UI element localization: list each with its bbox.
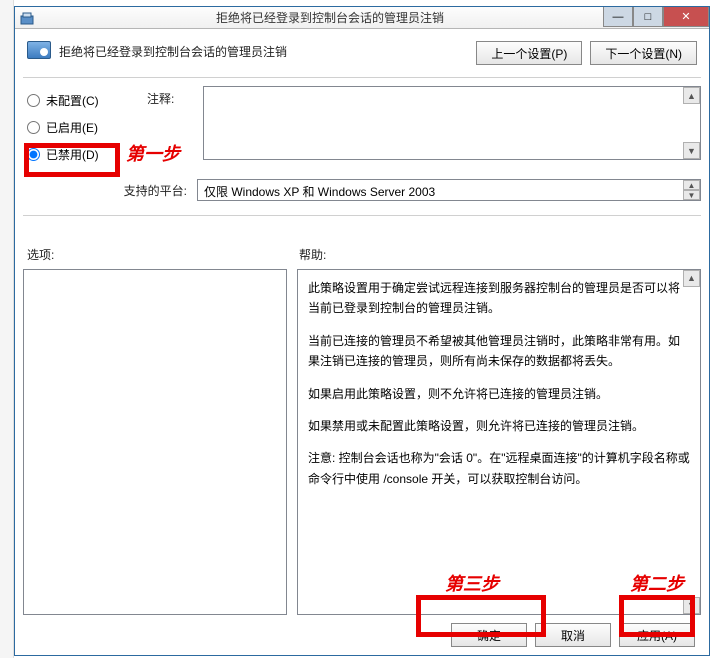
maximize-button[interactable]: □	[633, 7, 663, 27]
dialog-window: 拒绝将已经登录到控制台会话的管理员注销 — □ ✕ 拒绝将已经登录到控制台会话的…	[14, 6, 710, 656]
scroll-down-icon[interactable]: ▼	[683, 190, 700, 200]
platform-box: 仅限 Windows XP 和 Windows Server 2003 ▲ ▼	[197, 179, 701, 201]
radio-enabled-label: 已启用(E)	[46, 119, 98, 136]
note-label: 注释:	[147, 92, 174, 106]
help-label: 帮助:	[299, 248, 326, 262]
help-paragraph: 如果启用此策略设置，则不允许将已连接的管理员注销。	[308, 384, 690, 404]
divider	[23, 215, 701, 216]
platform-value: 仅限 Windows XP 和 Windows Server 2003	[204, 185, 435, 199]
titlebar[interactable]: 拒绝将已经登录到控制台会话的管理员注销 — □ ✕	[15, 7, 709, 29]
nav-buttons: 上一个设置(P) 下一个设置(N)	[476, 41, 697, 65]
minimize-button[interactable]: —	[603, 7, 633, 27]
platform-label: 支持的平台:	[124, 184, 187, 198]
header-row: 拒绝将已经登录到控制台会话的管理员注销 上一个设置(P) 下一个设置(N)	[23, 37, 701, 73]
radio-disabled-input[interactable]	[27, 148, 40, 161]
divider	[23, 77, 701, 78]
policy-title: 拒绝将已经登录到控制台会话的管理员注销	[59, 41, 476, 60]
prev-setting-button[interactable]: 上一个设置(P)	[476, 41, 582, 65]
scroll-up-icon[interactable]: ▲	[683, 270, 700, 287]
note-textarea[interactable]: ▲ ▼	[203, 86, 701, 160]
scroll-down-icon[interactable]: ▼	[683, 597, 700, 614]
scroll-down-icon[interactable]: ▼	[683, 142, 700, 159]
cropped-background	[0, 0, 14, 658]
help-paragraph: 当前已连接的管理员不希望被其他管理员注销时，此策略非常有用。如果注销已连接的管理…	[308, 331, 690, 372]
footer-buttons: 确定 取消 应用(A)	[23, 615, 701, 655]
options-panel	[23, 269, 287, 615]
scroll-up-icon[interactable]: ▲	[683, 87, 700, 104]
platform-row: 支持的平台: 仅限 Windows XP 和 Windows Server 20…	[23, 179, 701, 201]
policy-icon	[27, 41, 51, 59]
config-row: 未配置(C) 已启用(E) 已禁用(D) 注释: ▲ ▼	[23, 86, 701, 173]
panels: 此策略设置用于确定尝试远程连接到服务器控制台的管理员是否可以将当前已登录到控制台…	[23, 269, 701, 615]
scroll-up-icon[interactable]: ▲	[683, 180, 700, 190]
help-paragraph: 如果禁用或未配置此策略设置，则允许将已连接的管理员注销。	[308, 416, 690, 436]
help-paragraph: 此策略设置用于确定尝试远程连接到服务器控制台的管理员是否可以将当前已登录到控制台…	[308, 278, 690, 319]
window-buttons: — □ ✕	[603, 7, 709, 29]
ok-button[interactable]: 确定	[451, 623, 527, 647]
next-setting-button[interactable]: 下一个设置(N)	[590, 41, 697, 65]
app-icon	[19, 10, 35, 26]
options-label: 选项:	[27, 248, 54, 262]
radio-not-configured-input[interactable]	[27, 94, 40, 107]
radio-not-configured-label: 未配置(C)	[46, 92, 99, 109]
note-label-col: 注释:	[147, 86, 197, 173]
help-panel: 此策略设置用于确定尝试远程连接到服务器控制台的管理员是否可以将当前已登录到控制台…	[297, 269, 701, 615]
lower-labels: 选项: 帮助:	[23, 246, 701, 263]
radio-enabled-input[interactable]	[27, 121, 40, 134]
radio-disabled-label: 已禁用(D)	[46, 146, 99, 163]
dialog-content: 拒绝将已经登录到控制台会话的管理员注销 上一个设置(P) 下一个设置(N) 未配…	[15, 29, 709, 655]
radio-disabled[interactable]: 已禁用(D)	[27, 146, 141, 163]
platform-label-col: 支持的平台:	[23, 179, 191, 201]
radio-enabled[interactable]: 已启用(E)	[27, 119, 141, 136]
radio-column: 未配置(C) 已启用(E) 已禁用(D)	[23, 86, 141, 173]
apply-button[interactable]: 应用(A)	[619, 623, 695, 647]
cancel-button[interactable]: 取消	[535, 623, 611, 647]
radio-not-configured[interactable]: 未配置(C)	[27, 92, 141, 109]
close-button[interactable]: ✕	[663, 7, 709, 27]
help-paragraph: 注意: 控制台会话也称为"会话 0"。在"远程桌面连接"的计算机字段名称或命令行…	[308, 448, 690, 489]
